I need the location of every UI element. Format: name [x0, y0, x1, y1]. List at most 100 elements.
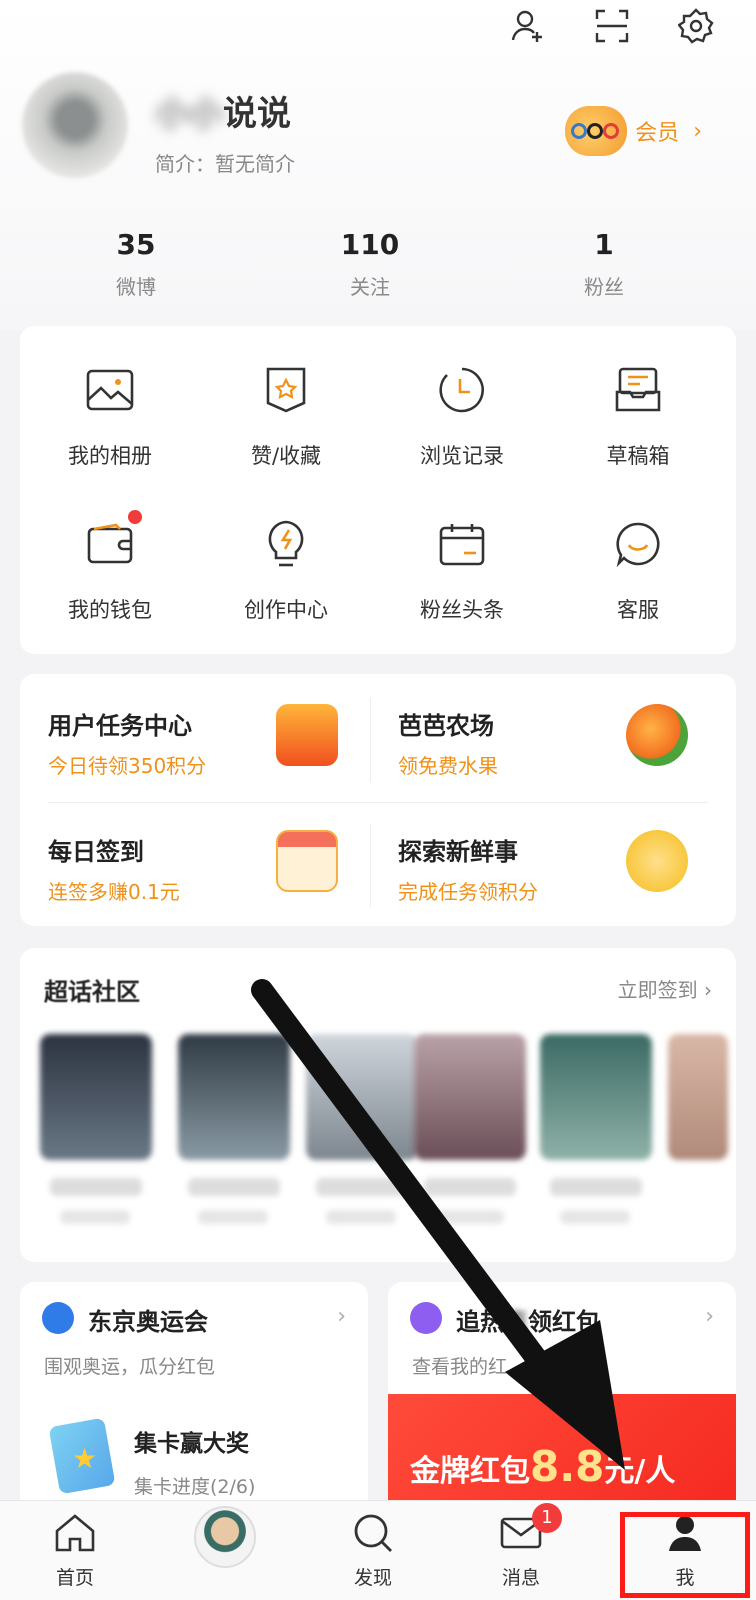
stat-posts[interactable]: 35 微博: [66, 228, 206, 300]
chevron-right-icon: ›: [693, 118, 702, 144]
drafts-icon: [610, 362, 666, 418]
tab-discover[interactable]: 发现: [318, 1509, 428, 1590]
check-coin-icon: [626, 830, 688, 892]
grid-item-label: 客服: [617, 598, 659, 622]
task-panel: 用户任务中心 今日待领350积分 芭芭农场 领免费水果 每日签到 连签多赚0.1…: [20, 674, 736, 926]
topic-caption: [50, 1178, 142, 1196]
photo-album-icon: [82, 362, 138, 418]
grid-item-likes-favorites[interactable]: 赞/收藏: [196, 362, 376, 470]
profile-header: 小小说说 简介：暂无简介 会员 › 35 微博 110 关注 1 粉丝: [0, 0, 756, 330]
stat-label: 微博: [116, 275, 156, 299]
grid-item-customer-service[interactable]: 客服: [548, 516, 728, 624]
feature-grid: 我的相册 赞/收藏 浏览记录 草稿箱 我的钱包 创作中心 粉丝头条 客服: [20, 326, 736, 654]
grid-item-label: 我的钱包: [68, 598, 152, 622]
add-friend-icon[interactable]: [508, 6, 548, 46]
highlight-box: [620, 1512, 750, 1598]
checkin-link[interactable]: 立即签到 ›: [618, 974, 712, 1003]
tab-messages[interactable]: 1 消息: [466, 1503, 576, 1590]
topic-caption: [326, 1210, 396, 1224]
grid-item-fan-headlines[interactable]: 粉丝头条: [372, 516, 552, 624]
task-subtitle: 完成任务领积分: [398, 880, 538, 904]
wallet-icon: [82, 510, 142, 572]
topic-thumbnail[interactable]: [668, 1034, 728, 1160]
topic-caption: [316, 1178, 408, 1196]
checkin-calendar-icon: [276, 830, 338, 892]
coin-bag-icon: [276, 704, 338, 766]
grid-item-album[interactable]: 我的相册: [20, 362, 200, 470]
chat-icon: [610, 516, 666, 572]
stat-number: 1: [594, 228, 614, 261]
topic-caption: [424, 1178, 516, 1196]
mail-icon: 1: [466, 1503, 576, 1557]
task-user-center[interactable]: 用户任务中心 今日待领350积分: [20, 674, 360, 784]
collect-title: 集卡赢大奖: [134, 1431, 249, 1457]
topic-caption: [188, 1178, 280, 1196]
user-bio[interactable]: 简介：暂无简介: [155, 148, 295, 177]
olympic-rings-icon: [565, 106, 628, 156]
topic-thumbnail[interactable]: [540, 1034, 652, 1160]
tab-label: 发现: [353, 1567, 392, 1589]
username[interactable]: 小小说说: [155, 86, 291, 135]
grid-item-history[interactable]: 浏览记录: [372, 362, 552, 470]
search-icon: [318, 1509, 428, 1557]
olympics-card[interactable]: 东京奥运会 › 围观奥运，瓜分红包 ★ 集卡赢大奖 集卡进度(2/6): [20, 1282, 368, 1532]
grid-item-label: 我的相册: [68, 444, 152, 468]
member-label: 会员: [635, 121, 680, 146]
task-farm[interactable]: 芭芭农场 领免费水果: [370, 674, 710, 784]
topic-caption: [60, 1210, 130, 1224]
history-icon: [434, 362, 490, 418]
task-explore[interactable]: 探索新鲜事 完成任务领积分: [370, 800, 710, 910]
stat-label: 粉丝: [584, 275, 624, 299]
stat-followers[interactable]: 1 粉丝: [534, 228, 674, 300]
banner-text: 金牌红包8.8元/人: [410, 1442, 676, 1491]
unread-badge: 1: [532, 1503, 562, 1533]
grid-item-label: 粉丝头条: [420, 598, 504, 622]
topic-caption: [550, 1178, 642, 1196]
section-title: 超话社区: [44, 978, 140, 1006]
task-checkin[interactable]: 每日签到 连签多赚0.1元: [20, 800, 360, 910]
divider: [370, 824, 371, 908]
bookmark-icon: [258, 362, 314, 418]
center-avatar-button[interactable]: [194, 1506, 256, 1568]
super-topic-section: 超话社区 立即签到 ›: [20, 948, 736, 1262]
lightbulb-icon: [258, 516, 314, 572]
topic-thumbnail[interactable]: [178, 1034, 290, 1160]
divider: [370, 698, 371, 782]
notification-dot: [128, 510, 142, 524]
calendar-icon: [434, 516, 490, 572]
scan-icon[interactable]: [592, 6, 632, 46]
user-avatar[interactable]: [22, 72, 128, 178]
grid-item-label: 赞/收藏: [250, 444, 322, 468]
home-icon: [20, 1509, 130, 1557]
settings-gear-icon[interactable]: [676, 6, 716, 46]
topic-thumbnail[interactable]: [40, 1034, 152, 1160]
topic-caption: [434, 1210, 504, 1224]
grid-item-label: 创作中心: [244, 598, 328, 622]
hot-redpacket-card[interactable]: 追热点领红包 › 查看我的红 金牌红包8.8元/人: [388, 1282, 736, 1532]
tab-home[interactable]: 首页: [20, 1509, 130, 1590]
task-title: 每日签到: [48, 838, 144, 866]
chevron-right-icon: ›: [705, 1304, 714, 1329]
stat-following[interactable]: 110 关注: [300, 228, 440, 300]
grid-item-wallet[interactable]: 我的钱包: [20, 510, 200, 624]
grid-item-label: 草稿箱: [606, 444, 670, 468]
member-entry[interactable]: 会员 ›: [565, 106, 702, 156]
divider: [48, 802, 708, 803]
fruit-icon: [626, 704, 688, 766]
topic-caption: [560, 1210, 630, 1224]
card-subtitle: 围观奥运，瓜分红包: [44, 1356, 216, 1378]
grid-item-label: 浏览记录: [420, 444, 504, 468]
top-actions: [508, 6, 716, 46]
task-subtitle: 连签多赚0.1元: [48, 880, 180, 904]
tab-label: 首页: [55, 1567, 94, 1589]
grid-item-drafts[interactable]: 草稿箱: [548, 362, 728, 470]
task-subtitle: 领免费水果: [398, 754, 498, 778]
task-subtitle: 今日待领350积分: [48, 754, 207, 778]
topic-thumbnail[interactable]: [306, 1034, 418, 1160]
card-title: 追热点领红包: [456, 1308, 600, 1336]
grid-item-creator-center[interactable]: 创作中心: [196, 516, 376, 624]
stat-number: 35: [116, 228, 156, 261]
topic-caption: [198, 1210, 268, 1224]
stat-label: 关注: [350, 275, 390, 299]
topic-thumbnail[interactable]: [414, 1034, 526, 1160]
